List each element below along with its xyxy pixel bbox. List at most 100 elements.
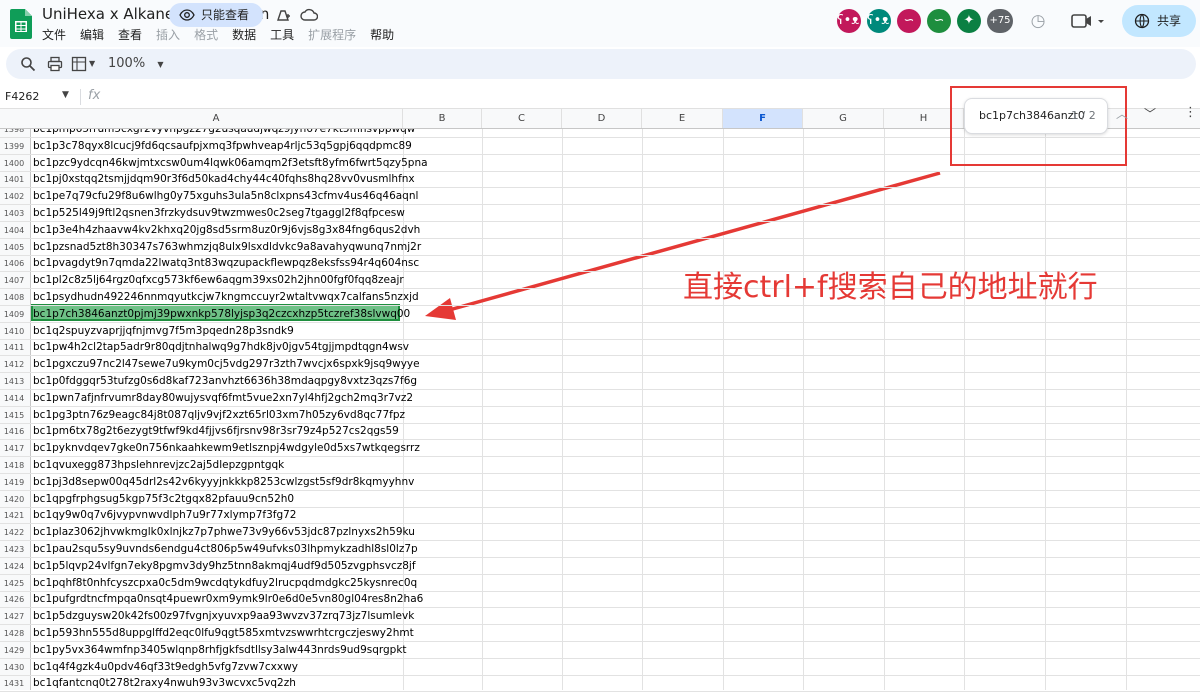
row-number[interactable]: 1400 (0, 155, 28, 172)
menu-insert[interactable]: 插入 (156, 26, 180, 43)
row-number[interactable]: 1406 (0, 255, 28, 272)
history-icon[interactable]: ◷ (1027, 10, 1049, 32)
row-number[interactable]: 1415 (0, 407, 28, 424)
find-query[interactable]: bc1p7ch3846anzt0 (979, 109, 1085, 122)
row-number[interactable]: 1413 (0, 373, 28, 390)
address-cell[interactable]: bc1pw4h2cl2tap5adr9r80qdjtnhalwq9g7hdk8j… (33, 339, 409, 356)
address-cell[interactable]: bc1pj0xstqq2tsmjjdqm90r3f6d50kad4chy44c4… (33, 171, 415, 188)
format-painter-icon[interactable] (71, 56, 87, 72)
row-number[interactable]: 1423 (0, 541, 28, 558)
address-cell[interactable]: bc1pe7q79cfu29f8u6wlhg0y75xguhs3ula5n8cl… (33, 188, 418, 205)
address-cell[interactable]: bc1pau2squ5sy9uvnds6endgu4ct806p5w49ufvk… (33, 541, 418, 558)
menu-format[interactable]: 格式 (194, 26, 218, 43)
search-icon[interactable] (20, 56, 36, 72)
address-cell[interactable]: bc1q2spuyzvaprjjqfnjmvg7f5m3pqedn28p3snd… (33, 323, 294, 340)
menu-file[interactable]: 文件 (42, 26, 66, 43)
row-number[interactable]: 1428 (0, 625, 28, 642)
row-number[interactable]: 1414 (0, 390, 28, 407)
row-number[interactable]: 1405 (0, 239, 28, 256)
row-number[interactable]: 1401 (0, 171, 28, 188)
address-cell[interactable]: bc1pufgrdtncfmpqa0nsqt4puewr0xm9ymk9lr0e… (33, 591, 423, 608)
address-cell[interactable]: bc1psydhudn492246nnmqyutkcjw7kngmccuyr2w… (33, 289, 419, 306)
move-to-drive-icon[interactable] (275, 7, 291, 23)
collaborator-avatar[interactable]: ʕ•ᴥ•ʔ (837, 9, 874, 33)
address-cell[interactable]: bc1q4f4gzk4u0pdv46qf33t9edgh5vfg7zvw7cxx… (33, 659, 298, 676)
address-cell[interactable]: bc1plaz3062jhvwkmglk0xlnjkz7p7phwe73v9y6… (33, 524, 415, 541)
row-number[interactable]: 1425 (0, 575, 28, 592)
collaborator-avatar[interactable]: ʕ•ᴥ•ʔ (867, 9, 904, 33)
print-icon[interactable] (47, 56, 63, 72)
column-header-e[interactable]: E (642, 109, 723, 128)
collaborator-avatar[interactable]: ∽ (927, 9, 951, 33)
row-number[interactable]: 1424 (0, 558, 28, 575)
collaborator-avatar[interactable]: ∽ (897, 9, 921, 33)
address-cell[interactable]: bc1pl2c8z5lj64rgz0qfxcg573kf6ew6aqgm39xs… (33, 272, 404, 289)
address-cell[interactable]: bc1qpgfrphgsug5kgp75f3c2tgqx82pfauu9cn52… (33, 491, 294, 508)
column-header-f[interactable]: F (723, 109, 803, 128)
address-cell[interactable]: bc1pzc9ydcqn46kwjmtxcsw0um4lqwk06amqm2f3… (33, 155, 428, 172)
row-number[interactable]: 1418 (0, 457, 28, 474)
row-number[interactable]: 1422 (0, 524, 28, 541)
row-number[interactable]: 1403 (0, 205, 28, 222)
address-cell[interactable]: bc1pg3ptn76z9eagc84j8t087qljv9vjf2xzt65r… (33, 407, 405, 424)
address-cell[interactable]: bc1pqhf8t0nhfcyszcpxa0c5dm9wcdqtykdfuy2l… (33, 575, 417, 592)
column-header-g[interactable]: G (803, 109, 884, 128)
address-cell[interactable]: bc1pm6tx78g2t6ezygt9tfwf9kd4fjjvs6fjrsnv… (33, 423, 399, 440)
share-button[interactable]: 共享 (1122, 5, 1196, 37)
row-number[interactable]: 1430 (0, 659, 28, 676)
more-vert-icon[interactable]: ⋮ (1184, 105, 1197, 120)
row-number[interactable]: 1409 (0, 306, 28, 323)
address-cell[interactable]: bc1pgxczu97nc2l47sewe7u9kym0cj5vdg297r3z… (33, 356, 420, 373)
address-cell[interactable]: bc1p593hn555d8uppglffd2eqc0lfu9qgt585xmt… (33, 625, 414, 642)
row-number[interactable]: 1421 (0, 507, 28, 524)
column-header-d[interactable]: D (562, 109, 642, 128)
address-cell[interactable]: bc1pj3d8sepw00q45drl2s42v6kyyyjnkkkp8253… (33, 474, 414, 491)
address-cell[interactable]: bc1pzsnad5zt8h30347s763whmzjq8ulx9lsxdld… (33, 239, 421, 256)
row-number[interactable]: 1399 (0, 138, 28, 155)
row-number[interactable]: 1402 (0, 188, 28, 205)
name-box[interactable]: F4262 (5, 90, 39, 103)
menu-tools[interactable]: 工具 (270, 26, 294, 43)
address-cell[interactable]: bc1p7ch3846anzt0pjmj39pwxnkp578lyjsp3q2c… (33, 306, 410, 323)
menu-data[interactable]: 数据 (232, 26, 256, 43)
row-number[interactable]: 1407 (0, 272, 28, 289)
menu-help[interactable]: 帮助 (370, 26, 394, 43)
collaborator-avatar[interactable]: ✦ (957, 9, 981, 33)
chevron-down-icon[interactable]: ﹀ (1144, 105, 1156, 122)
cloud-status-icon[interactable] (300, 7, 318, 23)
row-number[interactable]: 1417 (0, 440, 28, 457)
menu-edit[interactable]: 编辑 (80, 26, 104, 43)
column-header-b[interactable]: B (403, 109, 482, 128)
zoom-select[interactable]: 100% ▼ (108, 53, 163, 75)
column-header-a[interactable]: A (30, 109, 403, 128)
row-number[interactable]: 1416 (0, 423, 28, 440)
column-header-c[interactable]: C (482, 109, 562, 128)
address-cell[interactable]: bc1qvuxegg873hpslehnrevjzc2aj5dlepzgpntg… (33, 457, 284, 474)
row-number[interactable]: 1404 (0, 222, 28, 239)
row-number[interactable]: 1419 (0, 474, 28, 491)
more-collaborators-badge[interactable]: +75 (987, 9, 1013, 33)
address-cell[interactable]: bc1py5vx364wmfnp3405wlqnp8rhfjgkfsdtllsy… (33, 642, 407, 659)
sheets-logo-icon[interactable] (10, 9, 32, 39)
row-number[interactable]: 1410 (0, 323, 28, 340)
chevron-down-icon[interactable]: ▼ (89, 53, 95, 75)
address-cell[interactable]: bc1pvagdyt9n7qmda22lwatq3nt83wqzupackfle… (33, 255, 419, 272)
row-number[interactable]: 1420 (0, 491, 28, 508)
address-cell[interactable]: bc1p0fdggqr53tufzg0s6d8kaf723anvhzt6636h… (33, 373, 417, 390)
chevron-up-icon[interactable]: ︿ (1116, 105, 1128, 122)
address-cell[interactable]: bc1qy9w0q7v6jvypvnwvdlph7u9r77xlymp7f3fg… (33, 507, 296, 524)
address-cell[interactable]: bc1p5lqvp24vlfgn7eky8pgmv3dy9hz5tnn8akmq… (33, 558, 416, 575)
address-cell[interactable]: bc1p3e4h4zhaavw4kv2khxq20jg8sd5srm8uz0r9… (33, 222, 420, 239)
menu-extensions[interactable]: 扩展程序 (308, 26, 356, 43)
address-cell[interactable]: bc1pyknvdqev7gke0n756nkaahkewm9etlsznpj4… (33, 440, 420, 457)
row-number[interactable]: 1427 (0, 608, 28, 625)
address-cell[interactable]: bc1p525l49j9ftl2qsnen3frzkydsuv9twzmwes0… (33, 205, 405, 222)
address-cell[interactable]: bc1p3c78qyx8lcucj9fd6qcsaufpjxmq3fpwhvea… (33, 138, 412, 155)
view-only-button[interactable]: 只能查看 (169, 3, 263, 27)
address-cell[interactable]: bc1p5dzguysw20k42fs00z97fvgnjxyuvxp9aa93… (33, 608, 414, 625)
row-number[interactable]: 1411 (0, 339, 28, 356)
row-number[interactable]: 1412 (0, 356, 28, 373)
address-cell[interactable]: bc1pwn7afjnfrvumr8day80wujysvqf6fmt5vue2… (33, 390, 413, 407)
row-number[interactable]: 1429 (0, 642, 28, 659)
row-number[interactable]: 1408 (0, 289, 28, 306)
